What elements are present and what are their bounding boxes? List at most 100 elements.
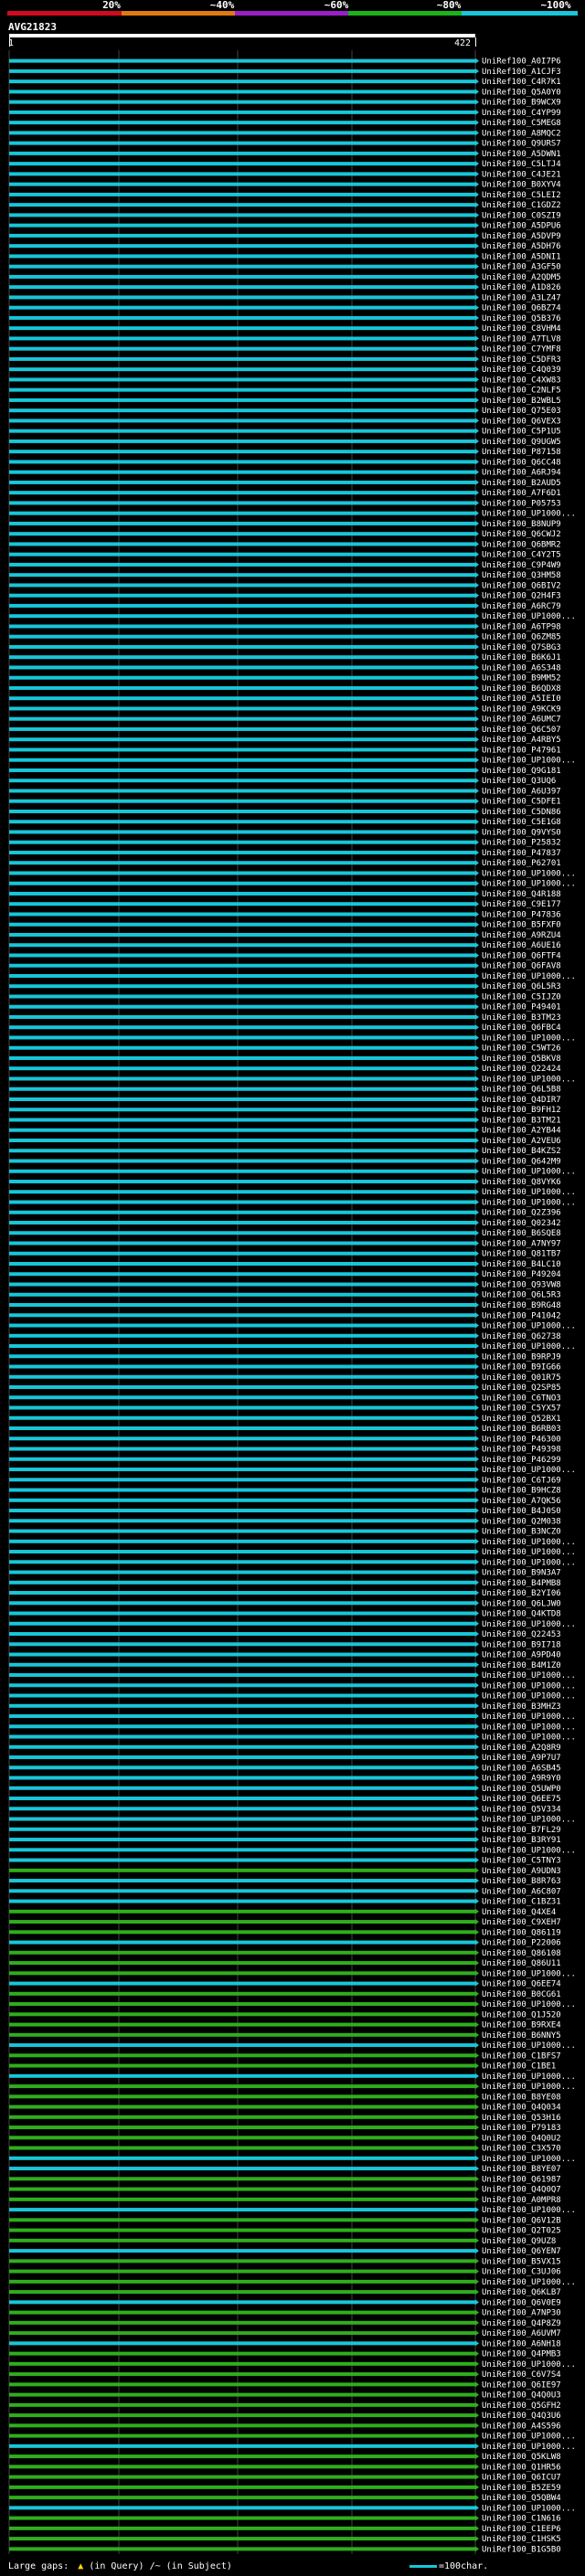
hit-bar[interactable] bbox=[9, 2413, 475, 2418]
hit-label[interactable]: UniRef100_C5IJZ0 bbox=[482, 992, 561, 1002]
hit-bar[interactable] bbox=[9, 2259, 475, 2263]
hit-bar[interactable] bbox=[9, 2300, 475, 2305]
hit-bar[interactable] bbox=[9, 2269, 475, 2274]
hit-bar[interactable] bbox=[9, 881, 475, 885]
hit-bar[interactable] bbox=[9, 1817, 475, 1821]
hit-bar[interactable] bbox=[9, 398, 475, 402]
hit-label[interactable]: UniRef100_P49398 bbox=[482, 1446, 561, 1455]
hit-bar[interactable] bbox=[9, 1765, 475, 1770]
hit-label[interactable]: UniRef100_UP1000... bbox=[482, 2278, 576, 2287]
hit-bar[interactable] bbox=[9, 1683, 475, 1688]
hit-label[interactable]: UniRef100_B3TM21 bbox=[482, 1116, 561, 1125]
hit-label[interactable]: UniRef100_Q61987 bbox=[482, 2175, 561, 2184]
hit-label[interactable]: UniRef100_P41042 bbox=[482, 1311, 561, 1320]
hit-bar[interactable] bbox=[9, 1673, 475, 1678]
hit-bar[interactable] bbox=[9, 69, 475, 73]
hit-label[interactable]: UniRef100_Q01R75 bbox=[482, 1373, 561, 1383]
hit-bar[interactable] bbox=[9, 2104, 475, 2109]
hit-label[interactable]: UniRef100_P22006 bbox=[482, 1939, 561, 1948]
hit-bar[interactable] bbox=[9, 1539, 475, 1543]
hit-label[interactable]: UniRef100_B0CG61 bbox=[482, 1990, 561, 1999]
hit-bar[interactable] bbox=[9, 1703, 475, 1708]
hit-label[interactable]: UniRef100_C6V7S4 bbox=[482, 2370, 561, 2380]
hit-bar[interactable] bbox=[9, 1961, 475, 1966]
hit-label[interactable]: UniRef100_A6RJ94 bbox=[482, 469, 561, 478]
hit-label[interactable]: UniRef100_UP1000... bbox=[482, 2083, 576, 2092]
hit-label[interactable]: UniRef100_UP1000... bbox=[482, 1075, 576, 1084]
hit-bar[interactable] bbox=[9, 450, 475, 454]
hit-label[interactable]: UniRef100_UP1000... bbox=[482, 1322, 576, 1331]
hit-bar[interactable] bbox=[9, 1426, 475, 1431]
hit-bar[interactable] bbox=[9, 1364, 475, 1369]
hit-bar[interactable] bbox=[9, 1488, 475, 1492]
hit-label[interactable]: UniRef100_A5DH76 bbox=[482, 242, 561, 251]
hit-bar[interactable] bbox=[9, 2053, 475, 2058]
hit-label[interactable]: UniRef100_Q75E03 bbox=[482, 407, 561, 416]
hit-bar[interactable] bbox=[9, 2382, 475, 2387]
hit-label[interactable]: UniRef100_UP1000... bbox=[482, 2433, 576, 2442]
hit-bar[interactable] bbox=[9, 1662, 475, 1667]
hit-bar[interactable] bbox=[9, 336, 475, 341]
hit-bar[interactable] bbox=[9, 861, 475, 865]
hit-label[interactable]: UniRef100_A9P7U7 bbox=[482, 1754, 561, 1763]
hit-label[interactable]: UniRef100_A6RC79 bbox=[482, 602, 561, 611]
hit-label[interactable]: UniRef100_A6SB45 bbox=[482, 1764, 561, 1773]
hit-bar[interactable] bbox=[9, 1621, 475, 1626]
hit-bar[interactable] bbox=[9, 850, 475, 854]
hit-label[interactable]: UniRef100_C3X570 bbox=[482, 2145, 561, 2154]
hit-bar[interactable] bbox=[9, 387, 475, 392]
hit-bar[interactable] bbox=[9, 2167, 475, 2171]
hit-bar[interactable] bbox=[9, 2228, 475, 2232]
hit-label[interactable]: UniRef100_A6UE16 bbox=[482, 941, 561, 950]
hit-bar[interactable] bbox=[9, 1478, 475, 1482]
hit-label[interactable]: UniRef100_A6NH18 bbox=[482, 2339, 561, 2348]
hit-bar[interactable] bbox=[9, 480, 475, 484]
hit-bar[interactable] bbox=[9, 1128, 475, 1132]
hit-label[interactable]: UniRef100_P05753 bbox=[482, 499, 561, 508]
hit-label[interactable]: UniRef100_B5FXF0 bbox=[482, 921, 561, 930]
hit-label[interactable]: UniRef100_P87158 bbox=[482, 448, 561, 457]
hit-label[interactable]: UniRef100_Q8VYK6 bbox=[482, 1178, 561, 1187]
hit-label[interactable]: UniRef100_Q6IE97 bbox=[482, 2380, 561, 2390]
hit-label[interactable]: UniRef100_UP1000... bbox=[482, 2360, 576, 2369]
hit-bar[interactable] bbox=[9, 1108, 475, 1112]
hit-label[interactable]: UniRef100_UP1000... bbox=[482, 1733, 576, 1743]
hit-label[interactable]: UniRef100_C4Y2T5 bbox=[482, 551, 561, 560]
hit-bar[interactable] bbox=[9, 1498, 475, 1502]
hit-label[interactable]: UniRef100_C5DFE1 bbox=[482, 798, 561, 807]
hit-bar[interactable] bbox=[9, 1632, 475, 1637]
hit-bar[interactable] bbox=[9, 1179, 475, 1183]
hit-label[interactable]: UniRef100_A9R9Y0 bbox=[482, 1775, 561, 1784]
hit-label[interactable]: UniRef100_B2YI06 bbox=[482, 1589, 561, 1598]
hit-label[interactable]: UniRef100_UP1000... bbox=[482, 757, 576, 766]
hit-label[interactable]: UniRef100_UP1000... bbox=[482, 1969, 576, 1978]
hit-bar[interactable] bbox=[9, 726, 475, 731]
hit-label[interactable]: UniRef100_B9IG66 bbox=[482, 1363, 561, 1373]
hit-bar[interactable] bbox=[9, 172, 475, 176]
hit-bar[interactable] bbox=[9, 1251, 475, 1256]
hit-bar[interactable] bbox=[9, 1354, 475, 1359]
hit-label[interactable]: UniRef100_C4XW83 bbox=[482, 376, 561, 385]
hit-label[interactable]: UniRef100_Q9UGW5 bbox=[482, 438, 561, 447]
hit-bar[interactable] bbox=[9, 922, 475, 927]
hit-bar[interactable] bbox=[9, 244, 475, 249]
hit-label[interactable]: UniRef100_B5ZE59 bbox=[482, 2484, 561, 2493]
hit-label[interactable]: UniRef100_A1CJF3 bbox=[482, 68, 561, 77]
hit-bar[interactable] bbox=[9, 233, 475, 238]
hit-label[interactable]: UniRef100_UP1000... bbox=[482, 1816, 576, 1825]
hit-label[interactable]: UniRef100_Q6C507 bbox=[482, 726, 561, 735]
hit-label[interactable]: UniRef100_Q6EE74 bbox=[482, 1980, 561, 1989]
hit-bar[interactable] bbox=[9, 1776, 475, 1780]
hit-label[interactable]: UniRef100_Q4Q0Q7 bbox=[482, 2186, 561, 2195]
hit-bar[interactable] bbox=[9, 1344, 475, 1349]
hit-label[interactable]: UniRef100_C0SZI9 bbox=[482, 211, 561, 220]
hit-bar[interactable] bbox=[9, 429, 475, 433]
hit-label[interactable]: UniRef100_UP1000... bbox=[482, 1034, 576, 1043]
hit-bar[interactable] bbox=[9, 2156, 475, 2160]
hit-bar[interactable] bbox=[9, 470, 475, 474]
hit-label[interactable]: UniRef100_C3UJ06 bbox=[482, 2268, 561, 2277]
hit-label[interactable]: UniRef100_Q6ZM85 bbox=[482, 633, 561, 642]
hit-bar[interactable] bbox=[9, 747, 475, 752]
hit-bar[interactable] bbox=[9, 521, 475, 525]
hit-bar[interactable] bbox=[9, 2485, 475, 2489]
